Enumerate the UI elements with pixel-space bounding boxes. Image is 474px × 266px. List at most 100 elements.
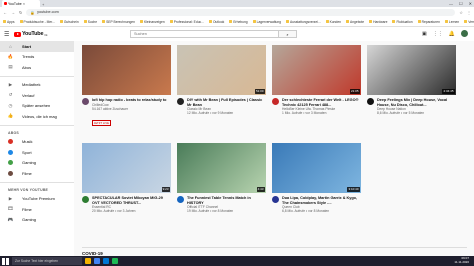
bookmark-item[interactable]: Kunden: [325, 20, 341, 24]
hamburger-menu-icon[interactable]: ☰: [4, 31, 14, 38]
close-window-icon[interactable]: ✕: [469, 1, 472, 6]
sidebar-item-youtube-premium[interactable]: ▶ YouTube Premium: [0, 194, 74, 205]
sidebar-item-sp-ter-ansehen[interactable]: ◷ Später ansehen: [0, 101, 74, 112]
avatar[interactable]: [461, 30, 468, 37]
youtube-logo[interactable]: YouTube DE: [14, 31, 48, 37]
folder-icon: [19, 20, 23, 23]
like-icon: 👍: [7, 113, 14, 119]
folder-icon: [369, 20, 373, 23]
bookmark-item[interactable]: Erhebung: [229, 20, 248, 24]
video-thumbnail[interactable]: 21:05: [272, 45, 361, 95]
channel-avatar[interactable]: [177, 98, 184, 105]
bookmark-item[interactable]: SEP Berechnungen: [102, 20, 135, 24]
video-title[interactable]: lofi hip hop radio - beats to relax/stud…: [92, 98, 171, 103]
taskbar-search[interactable]: Zur Suche Text hier eingeben: [12, 257, 82, 265]
outlook-icon[interactable]: [103, 258, 109, 264]
file-explorer-icon[interactable]: [85, 258, 91, 264]
notifications-icon[interactable]: 🔔: [449, 31, 455, 37]
sidebar-item-trends[interactable]: 🔥 Trends: [0, 52, 74, 63]
video-card[interactable]: lofi hip hop radio - beats to relax/stud…: [82, 45, 171, 139]
video-thumbnail[interactable]: 51:00: [177, 45, 266, 95]
browser-tab[interactable]: YouTube ×: [2, 0, 40, 7]
folder-icon: [59, 20, 63, 23]
sidebar-item-filme[interactable]: Filme: [0, 168, 74, 179]
sidebar-item-musik[interactable]: Musik: [0, 137, 74, 148]
channel-avatar[interactable]: [367, 98, 374, 105]
sidebar-item-videos-die-ich-mag[interactable]: 👍 Videos, die ich mag: [0, 111, 74, 122]
channel-avatar[interactable]: [177, 196, 184, 203]
bookmark-item[interactable]: Hardware: [369, 20, 387, 24]
sidebar-item-label: Sport: [22, 149, 32, 155]
video-title[interactable]: Der schlechteste Ferrari der Welt - LEGO…: [282, 98, 361, 107]
channel-avatar-icon: [8, 149, 13, 155]
maximize-icon[interactable]: ☐: [459, 1, 463, 6]
video-card[interactable]: 21:05 Der schlechteste Ferrari der Welt -…: [272, 45, 361, 139]
bookmark-item[interactable]: Produktsuche - Mer...: [19, 20, 55, 24]
video-thumbnail[interactable]: 2:34:45: [367, 45, 456, 95]
youtube-play-icon: [14, 31, 21, 37]
video-card[interactable]: 2:34:45 Deep Feelings Mix | Deep House, V…: [367, 45, 456, 139]
sidebar-item-filme[interactable]: 🎞 Filme: [0, 204, 74, 215]
sidebar-item-abos[interactable]: ▤ Abos: [0, 62, 74, 73]
bookmark-item[interactable]: Suche: [83, 20, 97, 24]
video-thumbnail[interactable]: 3:10:40: [272, 143, 361, 193]
search-input[interactable]: [131, 31, 278, 37]
create-video-icon[interactable]: ▣: [422, 31, 427, 37]
video-card[interactable]: 51:00 DIY with Mr Bean | Full Episodes | …: [177, 45, 266, 139]
watch-later-icon: ◷: [8, 102, 13, 108]
video-thumbnail[interactable]: 9:23: [82, 143, 171, 193]
bookmark-item[interactable]: Angebote: [346, 20, 364, 24]
live-badge: JETZT LIVE: [92, 120, 111, 126]
video-title[interactable]: Dua Lipa, Coldplay, Martin Garrix & Kygo…: [282, 196, 361, 205]
video-title[interactable]: Deep Feelings Mix | Deep House, Vocal Ho…: [377, 98, 456, 107]
sidebar-item-verlauf[interactable]: ↺ Verlauf: [0, 90, 74, 101]
bookmark-item[interactable]: Ausstattungsverzei...: [286, 20, 321, 24]
back-icon[interactable]: ←: [3, 10, 7, 15]
star-icon[interactable]: ☆: [459, 10, 463, 15]
video-title[interactable]: DIY with Mr Bean | Full Episodes | Class…: [187, 98, 266, 107]
video-title[interactable]: The Funniest Table Tennis Match in HISTO…: [187, 196, 266, 205]
bookmark-item[interactable]: Reparaturen: [417, 20, 440, 24]
sidebar-item-label: Videos, die ich mag: [22, 113, 57, 119]
film-icon: 🎞: [7, 206, 14, 212]
video-card[interactable]: 9:23 SPECTACULAR Soviet Mikoyan MiG-29 OV…: [82, 143, 171, 237]
new-tab-icon[interactable]: +: [42, 2, 44, 7]
bookmark-item[interactable]: Lernen: [444, 20, 459, 24]
bookmark-item[interactable]: Fluktuation: [392, 20, 413, 24]
windows-start-icon[interactable]: [2, 257, 9, 265]
bookmark-item[interactable]: Lagerverwaltung: [252, 20, 281, 24]
sidebar-item-gaming[interactable]: Gaming: [0, 158, 74, 169]
channel-avatar[interactable]: [272, 196, 279, 203]
bookmark-item[interactable]: Outlook: [208, 20, 224, 24]
bookmark-item[interactable]: Kleinanzeigen: [139, 20, 165, 24]
bookmark-label: SEP Berechnungen: [106, 19, 135, 24]
search-button[interactable]: ⌕: [278, 31, 296, 37]
video-thumbnail[interactable]: [82, 45, 171, 95]
video-thumbnail[interactable]: 4:43: [177, 143, 266, 193]
video-card[interactable]: 3:10:40 Dua Lipa, Coldplay, Martin Garrix…: [272, 143, 361, 237]
channel-avatar[interactable]: [82, 196, 89, 203]
channel-avatar[interactable]: [272, 98, 279, 105]
bookmark-item[interactable]: Professional: Educ...: [169, 20, 204, 24]
sidebar-item-sport[interactable]: Sport: [0, 147, 74, 158]
bookmark-item[interactable]: Gutschein: [59, 20, 79, 24]
video-card[interactable]: 4:43 The Funniest Table Tennis Match in H…: [177, 143, 266, 237]
bookmark-item[interactable]: Versand: [464, 20, 474, 24]
sidebar: ⌂ Start 🔥 Trends ▤ Abos ▶ Mediathek ↺ Verlauf ◷ Sp…: [0, 41, 74, 266]
reload-icon[interactable]: ↻: [19, 10, 22, 15]
forward-icon[interactable]: →: [11, 10, 15, 15]
menu-dots-icon[interactable]: ⋮: [467, 10, 471, 15]
omnibox[interactable]: 🔒 youtube.com: [26, 8, 456, 16]
minimize-icon[interactable]: —: [449, 1, 453, 6]
chrome-icon[interactable]: [94, 258, 100, 264]
close-tab-icon[interactable]: ×: [23, 1, 25, 6]
apps-grid-icon[interactable]: ⋮⋮: [433, 31, 443, 37]
youtube-header: ☰ YouTube DE ⌕ ▣ ⋮⋮ 🔔: [0, 27, 474, 41]
sidebar-item-start[interactable]: ⌂ Start: [0, 41, 74, 52]
sidebar-item-gaming[interactable]: 🎮 Gaming: [0, 215, 74, 226]
sidebar-item-mediathek[interactable]: ▶ Mediathek: [0, 80, 74, 91]
spotify-icon[interactable]: [112, 258, 118, 264]
video-title[interactable]: SPECTACULAR Soviet Mikoyan MiG-29 OVT VE…: [92, 196, 171, 205]
bookmark-item[interactable]: Apps: [3, 20, 15, 24]
channel-avatar[interactable]: [82, 98, 89, 105]
